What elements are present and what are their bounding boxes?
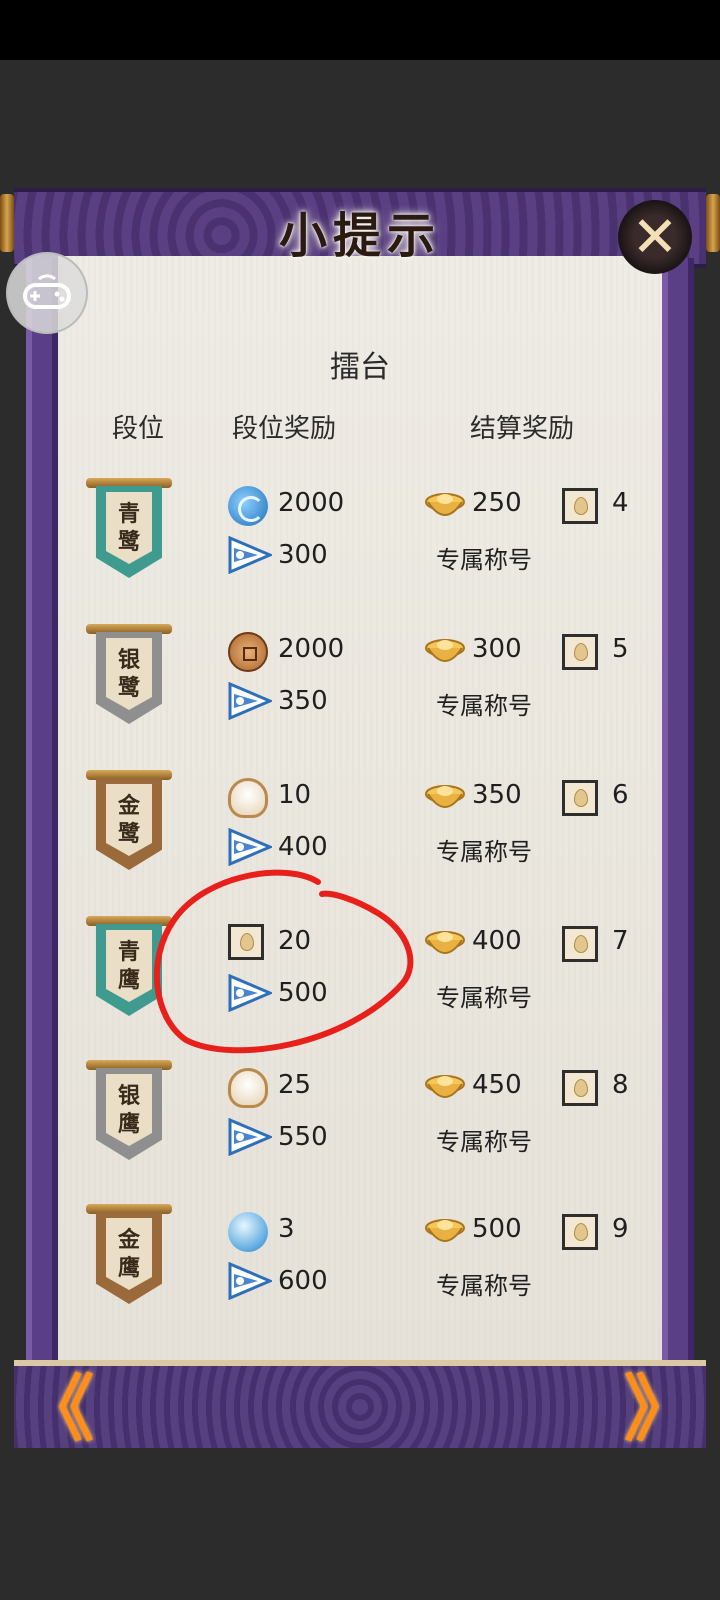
close-button[interactable]: ✕ xyxy=(618,200,692,274)
rank-reward-1: 10 xyxy=(278,780,312,810)
column-header-settle-reward: 结算奖励 xyxy=(470,414,575,444)
prev-page-button[interactable]: 《 xyxy=(18,1364,98,1451)
settle-card: 5 xyxy=(612,634,629,664)
gamepad-icon xyxy=(23,274,71,309)
column-header-rank-reward: 段位奖励 xyxy=(232,414,337,444)
rank-name-bottom: 鹰 xyxy=(117,967,140,993)
rank-name-top: 青 xyxy=(117,501,140,527)
rank-name-bottom: 鹰 xyxy=(117,1111,140,1137)
column-header-rank: 段位 xyxy=(112,414,165,444)
rank-reward-2: 350 xyxy=(278,686,328,716)
rank-banner: 青 鹭 xyxy=(86,478,172,588)
settle-gold: 300 xyxy=(472,634,522,664)
rank-reward-1: 3 xyxy=(278,1214,295,1244)
settle-gold: 500 xyxy=(472,1214,522,1244)
settle-card: 8 xyxy=(612,1070,629,1100)
rank-reward-2: 300 xyxy=(278,540,328,570)
rank-reward-1: 25 xyxy=(278,1070,312,1100)
rank-name-bottom: 鹭 xyxy=(117,675,140,701)
settle-title: 专属称号 xyxy=(436,1272,532,1300)
rank-name-top: 金 xyxy=(117,1227,140,1253)
rank-name-top: 银 xyxy=(117,647,140,673)
rank-banner: 金 鹭 xyxy=(86,770,172,880)
table-row: 青 鹭 2000 300 250 4 专属称号 xyxy=(0,474,720,614)
dialog-title: 小提示 xyxy=(278,208,441,264)
prev-arrow-icon: 《 xyxy=(21,1366,94,1451)
settle-title: 专属称号 xyxy=(436,692,532,720)
settle-gold: 400 xyxy=(472,926,522,956)
rank-name-bottom: 鹰 xyxy=(117,1255,140,1281)
rank-name-top: 青 xyxy=(117,939,140,965)
rank-reward-1: 2000 xyxy=(278,488,345,518)
rank-reward-1: 2000 xyxy=(278,634,345,664)
rank-name-bottom: 鹭 xyxy=(117,529,140,555)
table-row: 金 鹰 3 600 500 9 专属称号 xyxy=(0,1200,720,1340)
rank-reward-2: 500 xyxy=(278,978,328,1008)
settle-gold: 350 xyxy=(472,780,522,810)
status-bar xyxy=(0,0,720,60)
gamepad-float-button[interactable] xyxy=(6,252,88,334)
rank-name-bottom: 鹭 xyxy=(117,821,140,847)
rank-reward-2: 550 xyxy=(278,1122,328,1152)
settle-gold: 250 xyxy=(472,488,522,518)
rank-banner: 金 鹰 xyxy=(86,1204,172,1314)
table-row: 银 鹭 2000 350 300 5 专属称号 xyxy=(0,620,720,760)
table-row: 青 鹰 20 500 400 7 专属称号 xyxy=(0,912,720,1052)
close-icon: ✕ xyxy=(631,204,679,270)
next-arrow-icon: 》 xyxy=(623,1366,696,1451)
rank-name-top: 金 xyxy=(117,793,140,819)
rank-reward-1: 20 xyxy=(278,926,312,956)
settle-title: 专属称号 xyxy=(436,838,532,866)
rank-name-top: 银 xyxy=(117,1083,140,1109)
settle-card: 6 xyxy=(612,780,629,810)
dialog-footer-band xyxy=(14,1360,706,1448)
settle-title: 专属称号 xyxy=(436,1128,532,1156)
settle-card: 7 xyxy=(612,926,629,956)
table-row: 银 鹰 25 550 450 8 专属称号 xyxy=(0,1056,720,1196)
rank-banner: 青 鹰 xyxy=(86,916,172,1026)
table-row: 金 鹭 10 400 350 6 专属称号 xyxy=(0,766,720,906)
settle-card: 4 xyxy=(612,488,629,518)
rank-banner: 银 鹭 xyxy=(86,624,172,734)
settle-title: 专属称号 xyxy=(436,546,532,574)
settle-title: 专属称号 xyxy=(436,984,532,1012)
rank-banner: 银 鹰 xyxy=(86,1060,172,1170)
next-page-button[interactable]: 》 xyxy=(620,1364,700,1451)
settle-gold: 450 xyxy=(472,1070,522,1100)
section-title: 擂台 xyxy=(330,350,390,385)
rank-reward-2: 600 xyxy=(278,1266,328,1296)
settle-card: 9 xyxy=(612,1214,629,1244)
rank-reward-2: 400 xyxy=(278,832,328,862)
